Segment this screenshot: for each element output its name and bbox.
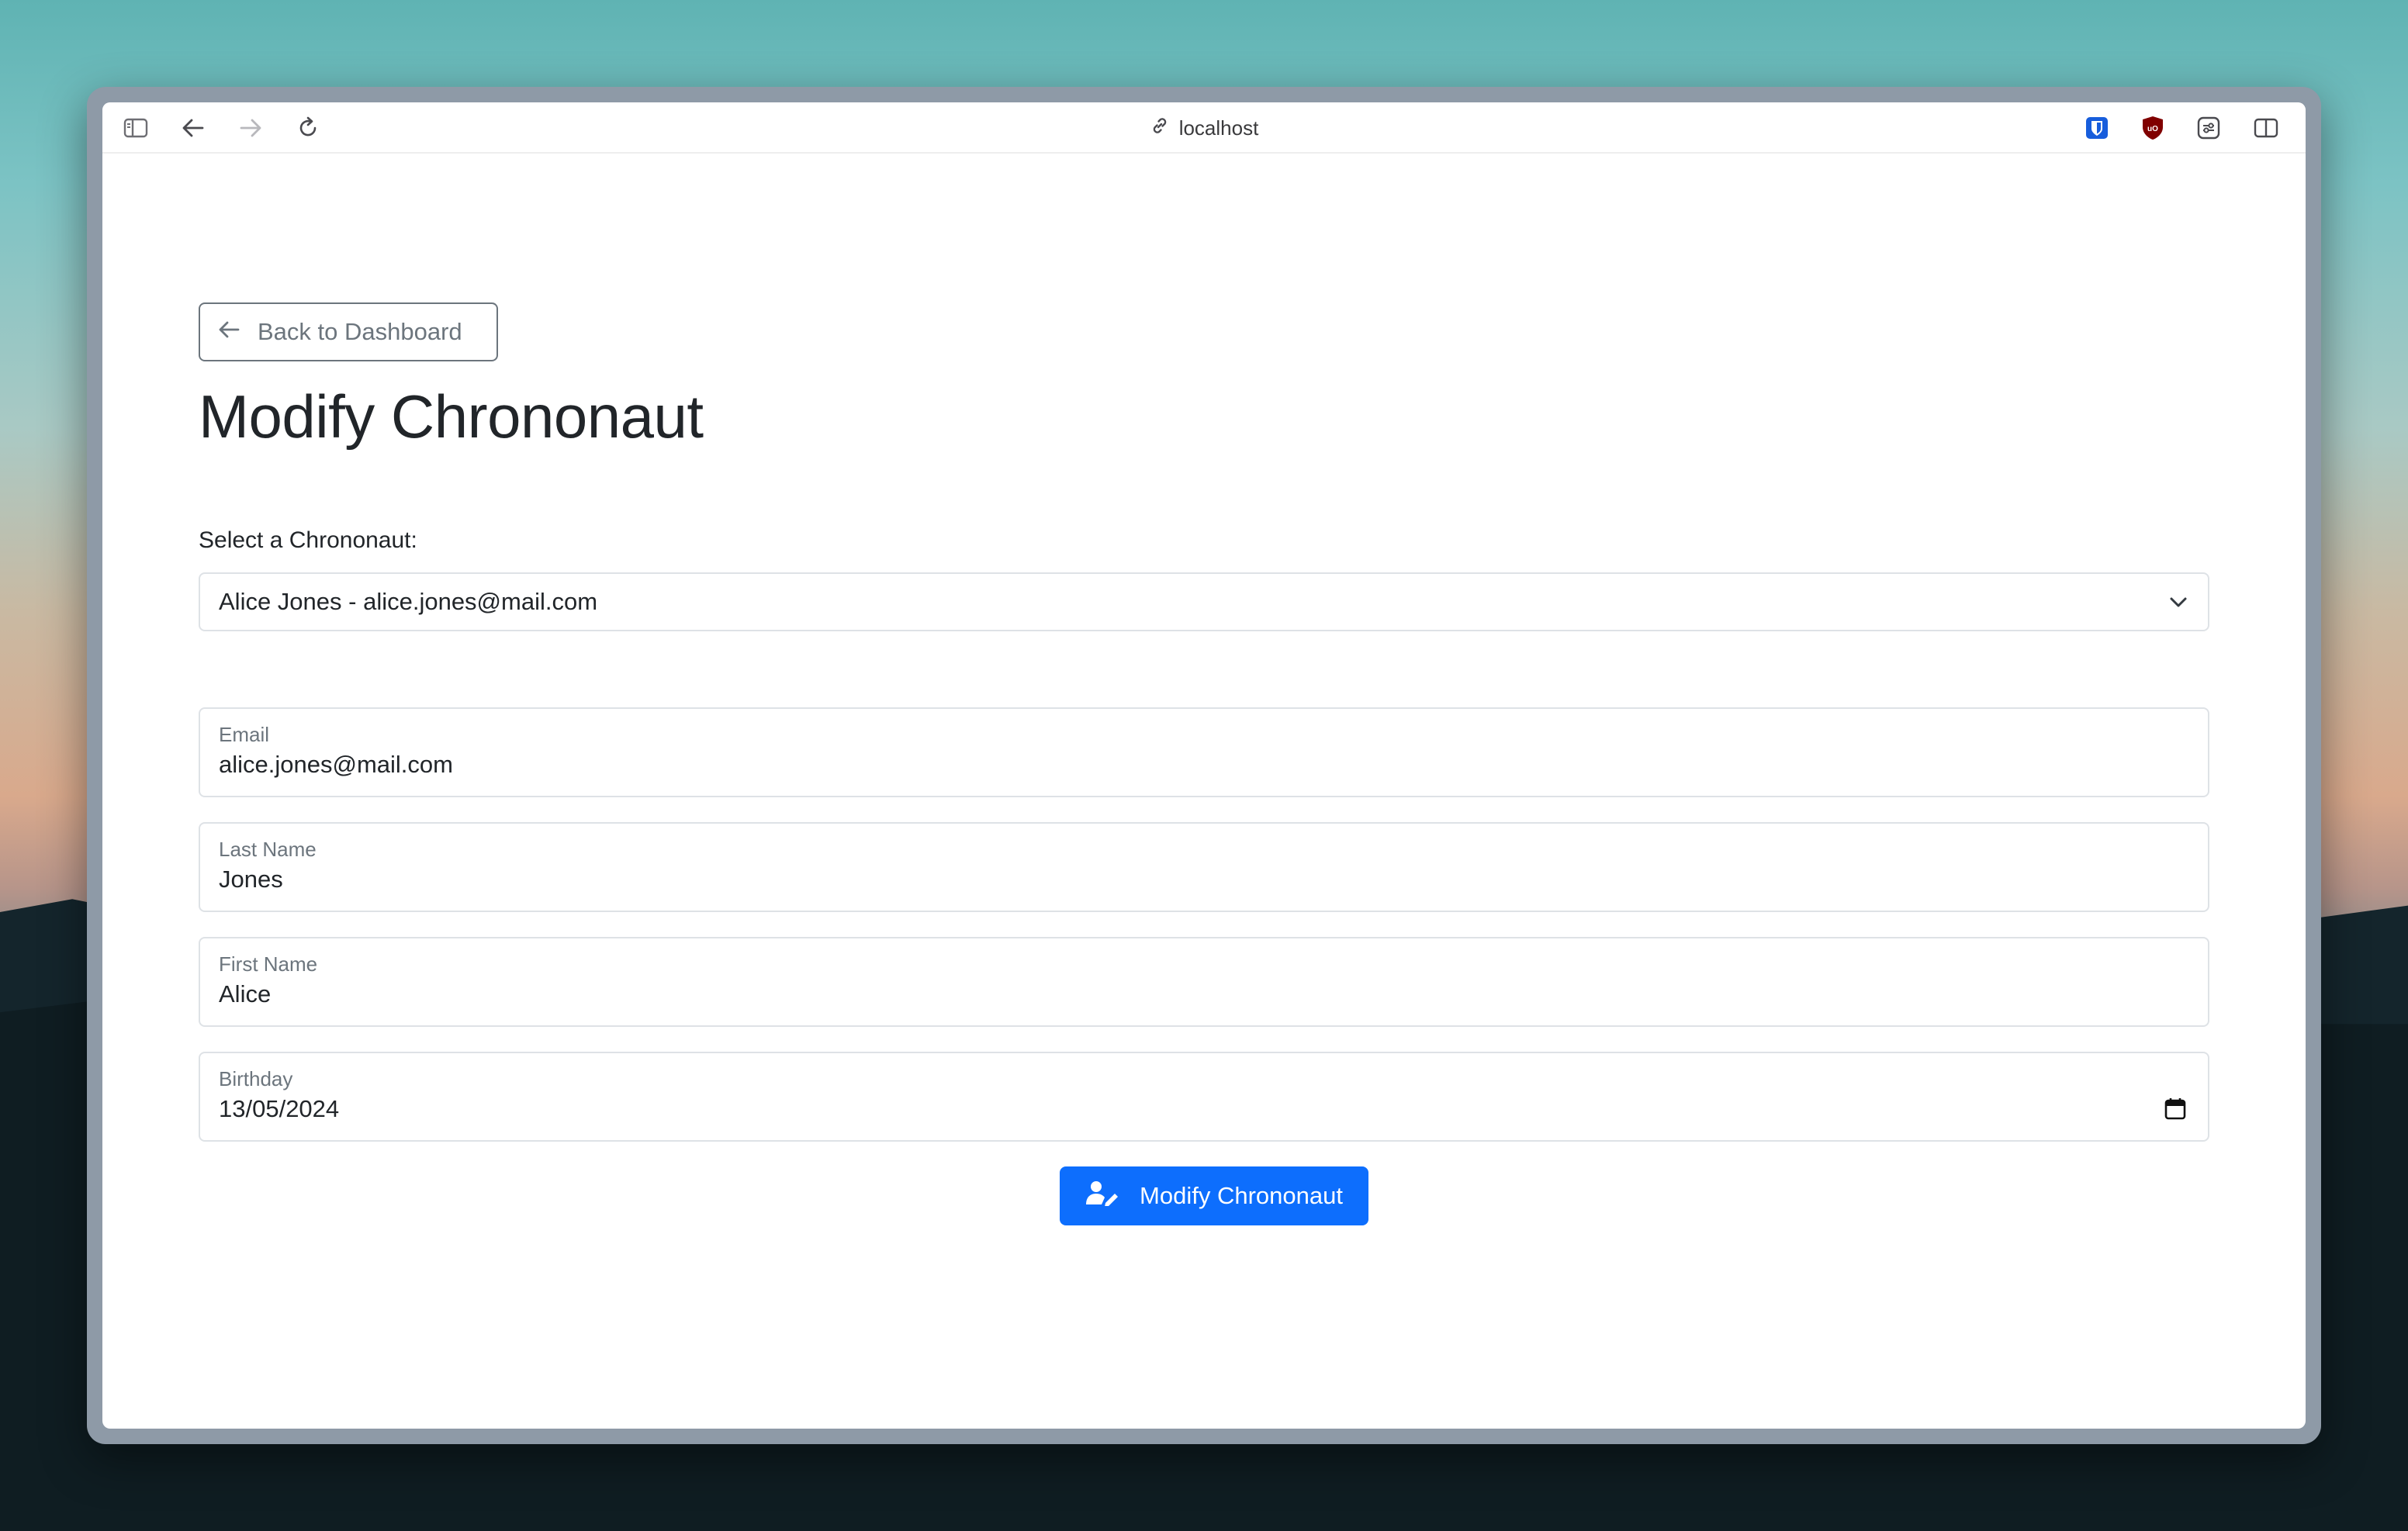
bitwarden-icon[interactable] <box>2082 113 2112 143</box>
email-value: alice.jones@mail.com <box>219 751 453 778</box>
calendar-icon[interactable] <box>2164 1097 2186 1124</box>
email-label: Email <box>219 723 270 746</box>
browser-viewport: localhost uO Back to Dashboard Modify Ch… <box>102 102 2306 1429</box>
birthday-label: Birthday <box>219 1067 293 1090</box>
address-bar[interactable]: localhost <box>102 102 2306 154</box>
url-text: localhost <box>1178 116 1259 140</box>
birthday-field[interactable]: Birthday 13/05/2024 <box>199 1052 2209 1142</box>
select-label: Select a Chrononaut: <box>199 527 417 553</box>
last-name-field[interactable]: Last Name Jones <box>199 822 2209 912</box>
browser-window: localhost uO Back to Dashboard Modify Ch… <box>87 87 2321 1444</box>
birthday-value: 13/05/2024 <box>219 1095 340 1122</box>
page-title: Modify Chrononaut <box>199 382 704 451</box>
back-to-dashboard-button[interactable]: Back to Dashboard <box>199 302 498 361</box>
last-name-value: Jones <box>219 866 283 893</box>
modify-chrononaut-button[interactable]: Modify Chrononaut <box>1060 1166 1368 1225</box>
chevron-down-icon <box>2168 591 2189 619</box>
chrononaut-select[interactable]: Alice Jones - alice.jones@mail.com <box>199 572 2209 631</box>
first-name-label: First Name <box>219 952 318 976</box>
ublock-icon[interactable]: uO <box>2138 113 2168 143</box>
first-name-field[interactable]: First Name Alice <box>199 937 2209 1027</box>
arrow-left-icon <box>217 318 240 346</box>
email-field[interactable]: Email alice.jones@mail.com <box>199 707 2209 797</box>
svg-text:uO: uO <box>2147 125 2158 133</box>
submit-button-label: Modify Chrononaut <box>1140 1182 1343 1209</box>
last-name-label: Last Name <box>219 838 317 861</box>
user-edit-icon <box>1085 1180 1119 1212</box>
select-value: Alice Jones - alice.jones@mail.com <box>219 588 598 615</box>
back-button-label: Back to Dashboard <box>258 318 462 345</box>
split-view-icon[interactable] <box>2251 113 2281 143</box>
link-icon <box>1150 116 1170 141</box>
first-name-value: Alice <box>219 980 272 1007</box>
browser-toolbar: localhost uO <box>102 102 2306 154</box>
extension-icon[interactable] <box>2194 113 2223 143</box>
